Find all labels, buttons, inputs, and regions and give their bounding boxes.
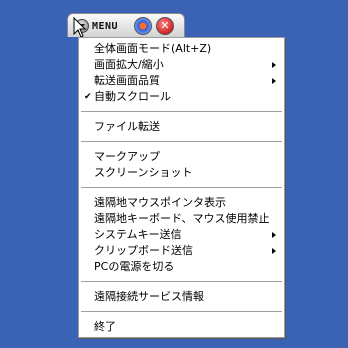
view-toggle-button[interactable]: [134, 17, 152, 35]
menu-item-label: 転送画面品質: [94, 74, 160, 87]
menu-separator: [81, 311, 282, 312]
submenu-arrow-icon: [272, 248, 276, 254]
menu-item-label: システムキー送信: [94, 228, 182, 241]
menu-item[interactable]: 全体画面モード(Alt+Z): [94, 41, 278, 57]
menu-item[interactable]: クリップボード送信: [94, 243, 278, 259]
menu-item-label: 全体画面モード(Alt+Z): [94, 42, 212, 55]
menu-item-label: 遠隔地マウスポインタ表示: [94, 196, 226, 209]
menu-item[interactable]: ファイル転送: [94, 119, 278, 135]
context-menu: 全体画面モード(Alt+Z) 画面拡大/縮小 転送画面品質 ✔ 自動スクロール ファイル転…: [78, 37, 285, 338]
checkmark-icon: ✔: [84, 92, 92, 102]
menu-item-label: 終了: [94, 320, 116, 333]
close-button[interactable]: ✕: [156, 17, 174, 35]
menu-separator: [81, 187, 282, 188]
menu-item[interactable]: 転送画面品質: [94, 73, 278, 89]
menu-item-label: 遠隔接続サービス情報: [94, 290, 204, 303]
menu-item[interactable]: ✔ 自動スクロール: [84, 89, 278, 105]
menu-separator: [81, 141, 282, 142]
menu-separator: [81, 111, 282, 112]
menu-item[interactable]: 終了: [94, 319, 278, 335]
menu-item[interactable]: 遠隔接続サービス情報: [94, 289, 278, 305]
menu-item[interactable]: マークアップ: [94, 149, 278, 165]
menu-button-label: MENU: [92, 20, 119, 32]
submenu-arrow-icon: [272, 232, 276, 238]
menu-item-label: PCの電源を切る: [94, 260, 175, 273]
menu-item[interactable]: 遠隔地キーボード、マウス使用禁止: [94, 211, 278, 227]
menu-item-label: クリップボード送信: [94, 244, 193, 257]
menu-item-label: ファイル転送: [94, 120, 160, 133]
menu-item[interactable]: 遠隔地マウスポインタ表示: [94, 195, 278, 211]
mouse-pointer-icon: [73, 17, 87, 38]
submenu-arrow-icon: [272, 62, 276, 68]
menu-separator: [81, 281, 282, 282]
menu-item[interactable]: 画面拡大/縮小: [94, 57, 278, 73]
menu-item-label: 自動スクロール: [94, 90, 171, 103]
menu-item-label: マークアップ: [94, 150, 160, 163]
menu-item-label: 画面拡大/縮小: [94, 58, 164, 71]
menu-item[interactable]: スクリーンショット: [94, 165, 278, 181]
submenu-arrow-icon: [272, 78, 276, 84]
menu-item[interactable]: システムキー送信: [94, 227, 278, 243]
menu-item-label: スクリーンショット: [94, 166, 193, 179]
menu-item[interactable]: PCの電源を切る: [94, 259, 278, 275]
menu-item-label: 遠隔地キーボード、マウス使用禁止: [94, 212, 270, 225]
